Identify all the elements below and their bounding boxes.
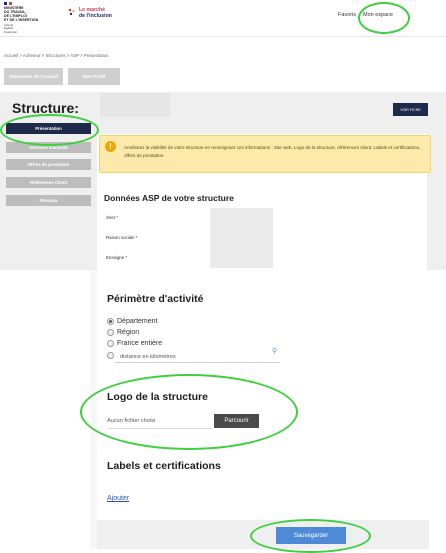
brand-line-2: de l'inclusion <box>79 13 112 19</box>
radio-france-label: France entière <box>117 340 163 347</box>
breadcrumb[interactable]: Accueil > Acheteur > Structures > ASP > … <box>4 53 109 58</box>
tab-demandes-de-contact[interactable]: Demandes de Contact <box>4 68 63 85</box>
enseigne-label: Enseigne * <box>106 255 128 260</box>
add-label-link[interactable]: Ajouter <box>107 495 129 502</box>
annotation-ring-mon-espace <box>358 2 410 34</box>
perimetre-title: Périmètre d'activité <box>107 293 204 305</box>
radio-region[interactable]: Région <box>107 329 139 336</box>
annotation-ring-save <box>250 519 371 553</box>
gov-ministry-label: MINISTÈRE DU TRAVAIL, DE L'EMPLOI ET DE … <box>4 6 39 22</box>
labels-section-title: Labels et certifications <box>107 460 221 472</box>
structure-name-redacted <box>100 93 170 117</box>
radio-region-label: Région <box>117 329 140 336</box>
gov-flag-icon <box>4 2 13 5</box>
alert-message: Améliorez la visibilité de votre structu… <box>124 145 421 158</box>
asp-section-title: Données ASP de votre structure <box>104 193 234 203</box>
tab-mon-profil[interactable]: Mon Profil <box>68 68 120 85</box>
radio-departement[interactable]: Département <box>107 318 157 325</box>
radio-departement-label: Département <box>117 318 158 325</box>
alert-icon: ! <box>105 141 116 152</box>
radio-region-control[interactable] <box>107 329 114 336</box>
radio-departement-control[interactable] <box>107 318 114 325</box>
distance-input[interactable]: distance en kilomètres <box>115 352 280 363</box>
raison-sociale-label: Raison sociale * <box>106 235 138 240</box>
sidebar-item-references[interactable]: Références Client <box>6 177 91 188</box>
brand-name[interactable]: Le marché de l'inclusion <box>79 7 112 19</box>
voir-fiche-button[interactable]: VOIR FICHE <box>393 103 428 116</box>
annotation-ring-logo <box>80 374 298 450</box>
nav-favoris-link[interactable]: Favoris <box>338 12 356 18</box>
radio-distance-control[interactable] <box>107 352 114 359</box>
asp-values-redacted <box>210 208 273 268</box>
radio-france-control[interactable] <box>107 340 114 347</box>
radio-france[interactable]: France entière <box>107 340 162 347</box>
gov-motto: Liberté Égalité Fraternité <box>4 23 17 34</box>
location-pin-icon: ⚲ <box>272 348 278 355</box>
siret-label: Siret * <box>106 215 118 220</box>
annotation-ring-presentation <box>0 114 99 146</box>
sidebar-item-reseaux[interactable]: Réseaux <box>6 195 91 206</box>
brand-logo-icon[interactable] <box>67 7 77 17</box>
sidebar-item-offres[interactable]: Offres de prestation <box>6 159 91 170</box>
